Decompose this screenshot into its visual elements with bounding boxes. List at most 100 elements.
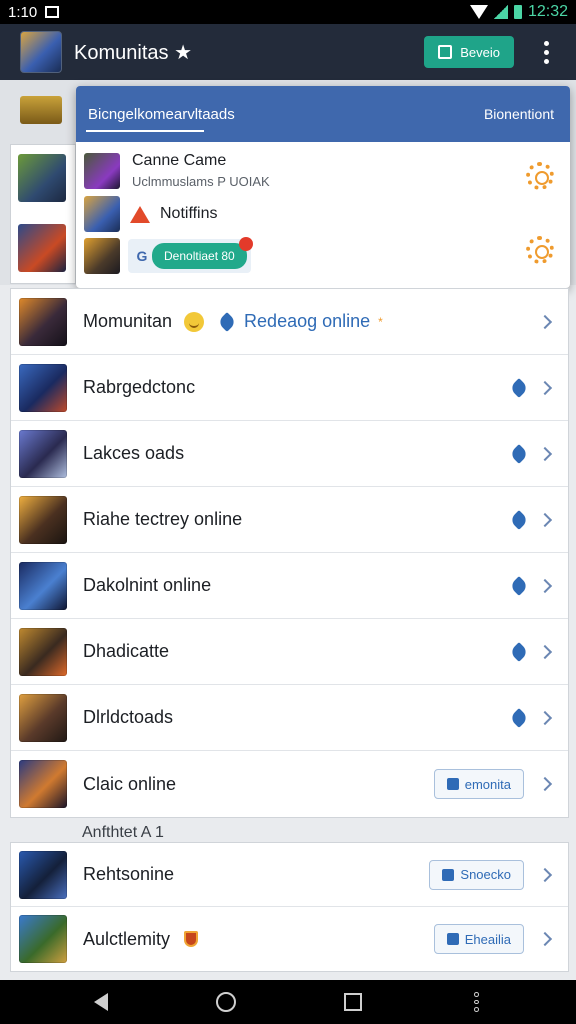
- chevron-right-icon[interactable]: [537, 446, 553, 461]
- tag-button[interactable]: Eheailia: [433, 924, 524, 954]
- game-thumb: [84, 152, 120, 189]
- item-label: Rehtsonine: [83, 864, 175, 884]
- community-list: Momunitan Redeaog online * Rabrgedctonc …: [10, 288, 569, 818]
- chevron-right-icon[interactable]: [537, 314, 553, 329]
- status-time: 12:32: [527, 3, 568, 20]
- chevron-right-icon[interactable]: [537, 867, 553, 882]
- popup-action-label: Denoltiaet 80: [164, 249, 235, 263]
- active-tab-indicator: [86, 130, 204, 132]
- item-label: Dakolnint online: [83, 575, 212, 595]
- warning-icon: [130, 205, 150, 223]
- recent-apps-icon[interactable]: [344, 993, 362, 1011]
- chevron-right-icon[interactable]: [537, 578, 553, 593]
- item-thumb: [19, 915, 67, 963]
- tag-icon: [446, 778, 459, 790]
- list-item[interactable]: Rabrgedctonc: [11, 355, 568, 421]
- list-item[interactable]: Rehtsonine Snoecko: [11, 843, 568, 907]
- new-post-label: Beveio: [460, 44, 500, 60]
- popup-tab-active[interactable]: Bicngelkomearvltaads: [88, 106, 235, 123]
- battery-icon: [513, 5, 522, 19]
- item-thumb: [19, 297, 67, 346]
- item-label: Lakces oads: [83, 443, 185, 463]
- game-thumb: [84, 196, 120, 232]
- settings-gear-icon[interactable]: [526, 236, 554, 264]
- home-icon[interactable]: [216, 992, 236, 1012]
- pin-icon[interactable]: [509, 377, 529, 398]
- notification-dot: [238, 237, 253, 251]
- app-logo: [20, 31, 62, 73]
- popup-item-title: Canne Came: [132, 152, 227, 169]
- status-link[interactable]: Redeaog online *: [217, 311, 383, 332]
- list-item[interactable]: Aulctlemity Eheailia: [11, 907, 568, 971]
- item-thumb: [19, 693, 67, 742]
- tag-label: Snoecko: [460, 867, 511, 882]
- chevron-right-icon[interactable]: [537, 710, 553, 725]
- app-title: Komunitas ★: [74, 41, 192, 64]
- secondary-list: Rehtsonine Snoecko Aulctlemity Eheailia: [10, 842, 569, 972]
- tag-button[interactable]: emonita: [433, 769, 524, 799]
- list-item[interactable]: Dhadicatte: [11, 619, 568, 685]
- popup-item-title: Notiffins: [160, 205, 218, 222]
- pin-icon[interactable]: [509, 641, 529, 662]
- accessibility-icon[interactable]: [470, 992, 482, 1013]
- tag-button[interactable]: Snoecko: [429, 859, 524, 890]
- star-icon: *: [378, 314, 383, 329]
- back-icon[interactable]: [94, 993, 108, 1011]
- popup-item[interactable]: G Denoltiaet 80: [84, 237, 253, 274]
- item-thumb: [19, 363, 67, 412]
- pin-icon[interactable]: [509, 443, 529, 464]
- list-item[interactable]: Dlrldctoads: [11, 685, 568, 751]
- google-icon: G: [136, 248, 148, 264]
- background-thumb: [18, 224, 66, 272]
- item-label: Aulctlemity: [83, 928, 171, 949]
- item-label: Claic online: [83, 773, 177, 794]
- list-item[interactable]: Lakces oads: [11, 421, 568, 487]
- popup-action-pill[interactable]: Denoltiaet 80: [152, 237, 253, 269]
- item-thumb: [19, 850, 67, 899]
- screenshot-icon: [45, 6, 60, 18]
- item-label: Rabrgedctonc: [83, 377, 196, 397]
- settings-gear-icon[interactable]: [526, 162, 554, 190]
- game-thumb: [84, 238, 120, 274]
- list-item[interactable]: Dakolnint online: [11, 553, 568, 619]
- item-thumb: [19, 429, 67, 478]
- popup-tab-right[interactable]: Bionentiont: [484, 106, 554, 122]
- edit-icon: [438, 45, 453, 59]
- chevron-right-icon[interactable]: [537, 776, 553, 792]
- item-thumb: [19, 495, 67, 544]
- status-text: Redeaog online: [244, 311, 371, 331]
- pin-icon[interactable]: [509, 575, 529, 596]
- item-label: Dlrldctoads: [83, 707, 174, 727]
- tag-icon: [446, 933, 459, 945]
- status-bar: 1:10 12:32: [0, 0, 576, 24]
- popup-item[interactable]: Canne Came Uclmmuslams P UOIAK: [84, 152, 270, 189]
- signal-icon: [493, 5, 508, 19]
- item-label: Momunitan: [83, 311, 173, 331]
- popup-item[interactable]: Notiffins: [84, 196, 218, 232]
- list-item[interactable]: Momunitan Redeaog online *: [11, 289, 568, 355]
- pin-icon[interactable]: [509, 707, 529, 728]
- more-options-icon[interactable]: [534, 40, 558, 64]
- chevron-right-icon[interactable]: [537, 380, 553, 395]
- popup-header: Bicngelkomearvltaads Bionentiont: [76, 86, 570, 142]
- pin-icon[interactable]: [509, 509, 529, 530]
- tag-icon: [442, 868, 455, 881]
- chevron-right-icon[interactable]: [537, 644, 553, 659]
- status-time-left: 1:10: [8, 3, 38, 21]
- wifi-icon: [469, 5, 488, 19]
- tag-label: emonita: [464, 776, 511, 792]
- tag-label: Eheailia: [464, 931, 511, 947]
- popup-action[interactable]: G Denoltiaet 80: [128, 237, 253, 273]
- list-item[interactable]: Riahe tectrey online: [11, 487, 568, 553]
- item-label: Dhadicatte: [83, 641, 170, 661]
- list-item[interactable]: Claic online emonita: [11, 751, 568, 817]
- new-post-button[interactable]: Beveio: [424, 36, 514, 68]
- background-thumb: [18, 154, 66, 202]
- item-thumb: [19, 627, 67, 676]
- popup-item-subtitle: Uclmmuslams P UOIAK: [132, 174, 270, 189]
- item-thumb: [19, 561, 67, 610]
- shield-icon: [184, 931, 199, 947]
- chevron-right-icon[interactable]: [537, 512, 553, 527]
- chevron-right-icon[interactable]: [537, 931, 553, 947]
- section-label: Anfthtet A 1: [82, 824, 164, 841]
